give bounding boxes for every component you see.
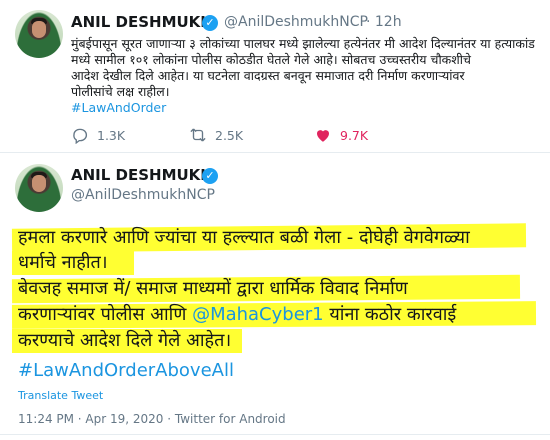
like-button[interactable]: 9.7K (314, 124, 368, 146)
avatar[interactable] (15, 10, 63, 58)
avatar-face (32, 21, 46, 38)
tweet-text-line: बेवजह समाज में/ समाज माध्यमों द्वारा धार… (18, 278, 408, 299)
bottom-divider (0, 434, 550, 435)
tweet-text-line: धर्माचे नाहीत। (18, 252, 108, 273)
author-handle[interactable]: @AnilDeshmukhNCP (224, 14, 368, 30)
verified-badge-icon: ✓ (202, 15, 218, 31)
tweet-time[interactable]: · 12h (366, 14, 402, 30)
like-count: 9.7K (340, 127, 369, 143)
tweet-text-part: यांना कठोर कारवाई (323, 304, 457, 325)
tweet-actions: 1.3K 2.5K 9.7K (71, 124, 491, 146)
tweet-text-line: पोलीसांचे लक्ष राहील। (71, 84, 170, 99)
tweet-text-line: हमला करणारे आणि ज्यांचा या हल्ल्यात बळी … (18, 227, 470, 248)
reply-count: 1.3K (97, 127, 126, 143)
tweet-timestamp[interactable]: 11:24 PM · Apr 19, 2020 · Twitter for An… (18, 412, 286, 426)
avatar[interactable] (15, 164, 63, 212)
retweet-button[interactable]: 2.5K (189, 124, 243, 146)
retweet-count: 2.5K (215, 127, 244, 143)
author-name[interactable]: ANIL DESHMUKH (71, 13, 213, 31)
tweet-divider (0, 152, 550, 153)
verified-badge-icon: ✓ (202, 168, 218, 184)
reply-button[interactable]: 1.3K (71, 124, 125, 146)
tweet-text-part: करणाऱ्यांवर पोलीस आणि (18, 304, 193, 325)
mention-link[interactable]: @MahaCyber1 (192, 304, 324, 325)
hashtag-link[interactable]: #LawAndOrder (71, 100, 536, 116)
tweet-text-line: करणाऱ्यांवर पोलीस आणि @MahaCyber1 यांना … (18, 303, 456, 327)
tweet-text: मुंबईपासून सूरत जाणाऱ्या ३ लोकांच्या पाल… (71, 36, 536, 116)
tweet-text-line: मध्ये सामील १०१ लोकांना पोलीस कोठडीत घेत… (71, 52, 471, 67)
tweet-text-line: करण्याचे आदेश दिले गेले आहेत। (18, 330, 232, 351)
heart-icon (317, 130, 329, 142)
translate-tweet-link[interactable]: Translate Tweet (18, 389, 103, 402)
tweet-text-line: मुंबईपासून सूरत जाणाऱ्या ३ लोकांच्या पाल… (71, 36, 535, 51)
retweet-icon (190, 128, 206, 142)
avatar-face (32, 175, 46, 192)
hashtag-link[interactable]: #LawAndOrderAboveAll (18, 360, 234, 381)
author-name[interactable]: ANIL DESHMUKH (71, 166, 213, 184)
reply-icon (73, 128, 88, 144)
author-handle[interactable]: @AnilDeshmukhNCP (71, 187, 215, 203)
tweet-text-line: आदेश देखील दिले आहेत। या घटनेला वादग्रस्… (71, 68, 465, 83)
